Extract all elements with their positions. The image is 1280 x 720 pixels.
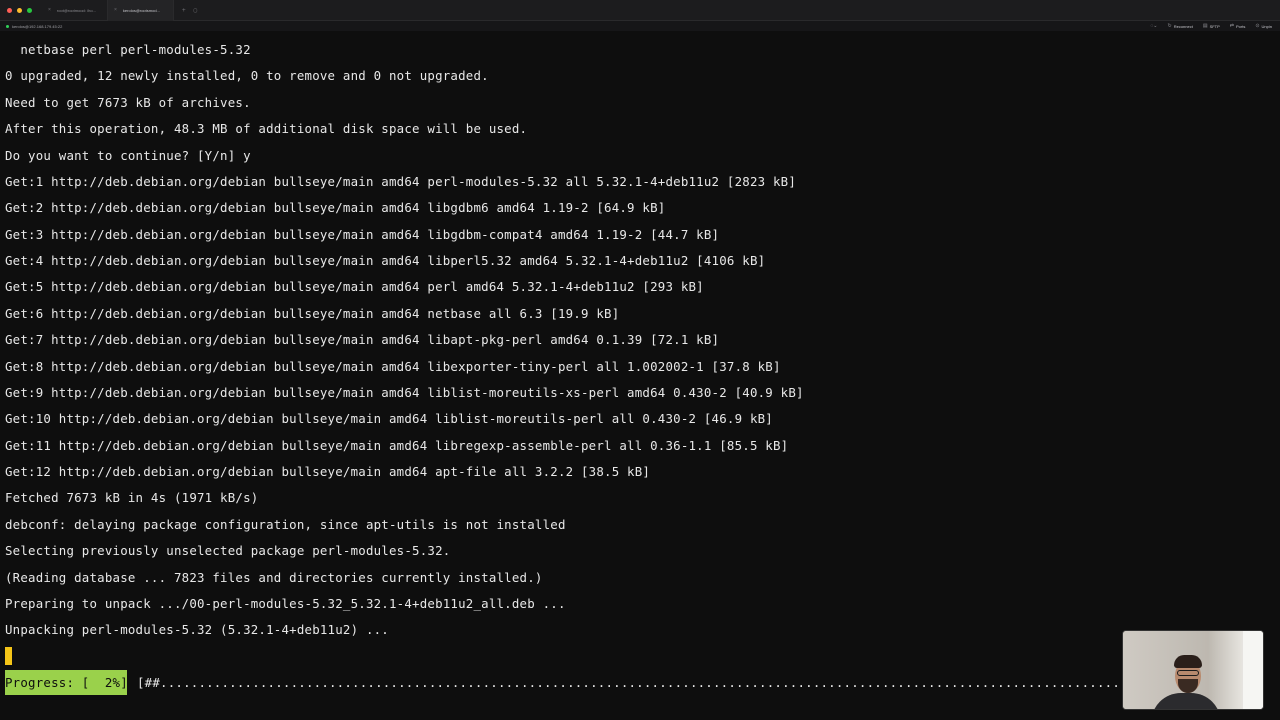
webcam-overlay[interactable] xyxy=(1122,630,1264,710)
session-bar: kerolos@192.168.179.45:22 ◌⌄ ↻ Reconnect… xyxy=(0,21,1280,31)
terminal-output[interactable]: netbase perl perl-modules-5.32 0 upgrade… xyxy=(0,31,1280,720)
terminal-line: Get:7 http://deb.debian.org/debian bulls… xyxy=(5,332,720,347)
terminal-line: Get:3 http://deb.debian.org/debian bulls… xyxy=(5,227,720,242)
terminal-line: Get:2 http://deb.debian.org/debian bulls… xyxy=(5,200,666,215)
terminal-line: Preparing to unpack .../00-perl-modules-… xyxy=(5,596,566,611)
tab-label: kerolos@rootsmod... xyxy=(122,7,160,13)
sftp-icon: ▤ xyxy=(1202,23,1208,29)
terminal-line: Get:8 http://deb.debian.org/debian bulls… xyxy=(5,359,781,374)
terminal-line: Fetched 7673 kB in 4s (1971 kB/s) xyxy=(5,490,259,505)
session-host: kerolos@192.168.179.45:22 xyxy=(12,23,63,29)
reconnect-button[interactable]: ↻ Reconnect xyxy=(1168,23,1193,29)
tab-actions: + ▢ xyxy=(174,0,205,21)
window-controls xyxy=(7,7,32,13)
tab-kerolos-session[interactable]: × kerolos@rootsmod... xyxy=(108,0,174,21)
reconnect-icon: ↻ xyxy=(1167,23,1172,29)
terminal-line: Get:9 http://deb.debian.org/debian bulls… xyxy=(5,385,804,400)
terminal-line: (Reading database ... 7823 files and dir… xyxy=(5,570,543,585)
terminal-line: Get:1 http://deb.debian.org/debian bulls… xyxy=(5,174,797,189)
terminal-line: Get:10 http://deb.debian.org/debian bull… xyxy=(5,411,773,426)
tab-overview-icon[interactable]: ▢ xyxy=(194,7,198,14)
terminal-line: Unpacking perl-modules-5.32 (5.32.1-4+de… xyxy=(5,622,389,637)
ports-button[interactable]: ⇄ Ports xyxy=(1230,23,1246,29)
terminal-line: debconf: delaying package configuration,… xyxy=(5,517,566,532)
presenter-hair xyxy=(1174,655,1202,668)
tab-root-session[interactable]: × root@rootmood: /ho... xyxy=(42,0,108,21)
presenter-glasses xyxy=(1177,670,1199,676)
session-info: kerolos@192.168.179.45:22 xyxy=(6,24,62,29)
sftp-button[interactable]: ▤ SFTP xyxy=(1203,23,1220,29)
tab-close-icon[interactable]: × xyxy=(114,7,117,13)
terminal-line: Need to get 7673 kB of archives. xyxy=(5,95,251,110)
tab-close-icon[interactable]: × xyxy=(48,7,51,13)
sftp-label: SFTP xyxy=(1209,23,1220,29)
tab-strip: × root@rootmood: /ho... × kerolos@rootsm… xyxy=(42,0,205,21)
session-actions: ◌⌄ ↻ Reconnect ▤ SFTP ⇄ Ports ⊙ Unpin xyxy=(1150,23,1272,29)
terminal-line: Get:4 http://deb.debian.org/debian bulls… xyxy=(5,253,766,268)
info-icon[interactable]: ◌⌄ xyxy=(1150,23,1157,29)
terminal-app-window: × root@rootmood: /ho... × kerolos@rootsm… xyxy=(0,0,1280,720)
unpin-button[interactable]: ⊙ Unpin xyxy=(1255,23,1272,29)
title-bar: × root@rootmood: /ho... × kerolos@rootsm… xyxy=(0,0,1280,21)
terminal-line: Get:11 http://deb.debian.org/debian bull… xyxy=(5,438,789,453)
minimize-window-button[interactable] xyxy=(17,7,22,13)
reconnect-label: Reconnect xyxy=(1173,23,1193,29)
terminal-line: Get:5 http://deb.debian.org/debian bulls… xyxy=(5,279,704,294)
terminal-cursor xyxy=(5,647,12,665)
terminal-line: Get:6 http://deb.debian.org/debian bulls… xyxy=(5,306,620,321)
terminal-line: Selecting previously unselected package … xyxy=(5,543,451,558)
new-tab-icon[interactable]: + xyxy=(182,7,186,14)
progress-bar: [##.....................................… xyxy=(137,675,1122,690)
ports-label: Ports xyxy=(1236,23,1246,29)
close-window-button[interactable] xyxy=(7,7,12,13)
connected-status-icon xyxy=(6,24,9,28)
zoom-window-button[interactable] xyxy=(27,7,32,13)
ports-icon: ⇄ xyxy=(1229,23,1234,29)
webcam-window-light xyxy=(1243,631,1263,709)
progress-label: Progress: [ 2%] xyxy=(5,670,128,695)
tab-label: root@rootmood: /ho... xyxy=(56,7,96,13)
unpin-icon: ⊙ xyxy=(1255,23,1260,29)
terminal-line: netbase perl perl-modules-5.32 xyxy=(5,42,251,57)
terminal-line: 0 upgraded, 12 newly installed, 0 to rem… xyxy=(5,68,489,83)
terminal-line: Get:12 http://deb.debian.org/debian bull… xyxy=(5,464,651,479)
unpin-label: Unpin xyxy=(1261,23,1272,29)
terminal-line: After this operation, 48.3 MB of additio… xyxy=(5,121,528,136)
terminal-line: Do you want to continue? [Y/n] y xyxy=(5,148,251,163)
